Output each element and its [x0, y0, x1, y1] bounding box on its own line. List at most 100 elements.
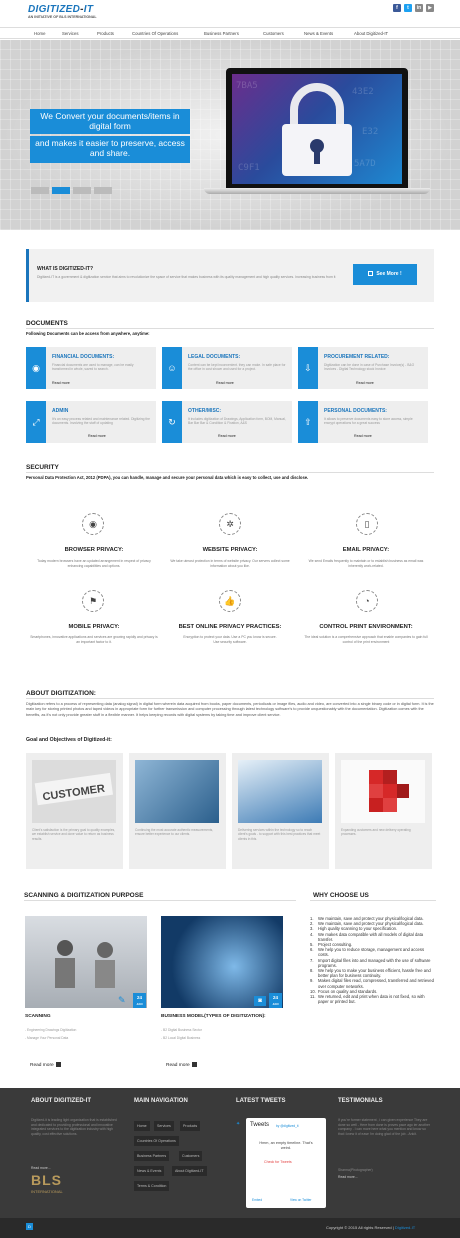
document-icon: ▯ — [356, 513, 378, 535]
footer-nav-news[interactable]: News & Events — [134, 1166, 165, 1176]
svg-text:C9F1: C9F1 — [238, 163, 260, 173]
main-navigation: Home Services Products Countries Of Oper… — [0, 27, 460, 39]
about-text: Digitization refers to a process of repr… — [26, 702, 434, 717]
list-item: 6. We help you to reduce storage, managem… — [310, 947, 425, 958]
list-item: 4. We makes data compatible with all mode… — [310, 931, 424, 942]
svg-text:43E2: 43E2 — [352, 87, 374, 97]
footer-about-text: Digitized-it is leading light organizati… — [31, 1118, 117, 1136]
upload-icon: ⇧ — [298, 401, 318, 443]
read-more-link[interactable]: Read more — [216, 381, 234, 385]
documents-subtitle: Following Documents can be access from a… — [26, 331, 150, 336]
what-is-text: Digitized-IT is a government & digitizat… — [37, 275, 336, 279]
copyright: Copyright © 2015 All rights Reserved | D… — [326, 1225, 416, 1230]
linkedin-icon[interactable]: in — [415, 4, 423, 12]
goal-title: Goal and Objectives of Digitized-it: — [26, 737, 112, 743]
footer-nav-services[interactable]: Services — [154, 1121, 174, 1131]
footer-logo-icon[interactable]: D — [26, 1223, 33, 1230]
copyright-link[interactable]: Digitized-IT — [395, 1225, 415, 1230]
read-more-button[interactable]: Read more — [30, 1062, 61, 1068]
arrow-icon — [55, 1062, 61, 1067]
footer-nav-terms[interactable]: Terms & Condition — [134, 1181, 170, 1191]
slider-dot-4[interactable] — [94, 187, 112, 194]
read-more-link[interactable]: Read more — [88, 434, 106, 438]
logo-it: IT — [83, 4, 94, 15]
logo-main: DIGITIZED — [28, 4, 81, 15]
svg-text:5A7D: 5A7D — [354, 159, 376, 169]
nav-news-events[interactable]: News & Events — [304, 31, 333, 36]
list-item: 7. Import digital files into and managed … — [310, 957, 431, 968]
crowd-image — [135, 760, 219, 823]
camera-icon[interactable]: ◙ — [254, 996, 266, 1006]
nav-home[interactable]: Home — [34, 31, 45, 36]
padlock-image: 7BA5 43E2 C9F1 5A7D E32 — [232, 74, 402, 184]
scanning-title: SCANNING & DIGITIZATION PURPOSE — [24, 892, 144, 899]
eye-icon: ◉ — [82, 513, 104, 535]
security-subtitle: Personal Data Protection Act, 2012 (PDPA… — [26, 475, 309, 480]
slider-dot-2[interactable] — [52, 187, 70, 194]
pie-chart-icon: ◔ — [356, 590, 378, 612]
footer — [0, 1088, 460, 1218]
expand-icon: ⤢ — [26, 401, 46, 443]
customer-image: CUSTOMER — [32, 760, 116, 823]
list-item: 11. We returned, edit and print when data… — [310, 994, 425, 1005]
nav-products[interactable]: Products — [97, 31, 114, 36]
about-title: ABOUT DIGITIZATION: — [26, 690, 96, 697]
footer-nav-business[interactable]: Business Partners — [134, 1151, 170, 1161]
slider-dot-1[interactable] — [31, 187, 49, 194]
footer-testimonials-title: TESTIMONIALS — [338, 1098, 383, 1104]
check-tweets-button[interactable]: Check for Tweets — [264, 1160, 292, 1164]
flag-icon: ⚑ — [82, 590, 104, 612]
footer-nav-title: MAIN NAVIGATION — [134, 1098, 188, 1104]
business-model-image[interactable] — [161, 916, 283, 1008]
download-icon: ⇩ — [298, 347, 318, 389]
site-logo[interactable]: DIGITIZED-IT — [28, 4, 93, 15]
testimonial-more[interactable]: Read more... — [338, 1175, 358, 1180]
youtube-icon[interactable]: ▶ — [426, 4, 434, 12]
date-badge: 24 JAN — [269, 993, 282, 1008]
security-title: SECURITY — [26, 464, 59, 471]
pencil-icon[interactable]: ✎ — [118, 995, 126, 1006]
read-more-link[interactable]: Read more — [218, 434, 236, 438]
globe-icon: ◉ — [26, 347, 46, 389]
svg-text:E32: E32 — [362, 127, 378, 137]
nav-customers[interactable]: Customers — [263, 31, 284, 36]
nav-about[interactable]: About Digitized-IT — [354, 31, 388, 36]
see-more-button[interactable]: See More ! — [353, 264, 417, 285]
list-item: 8. We help you to make your business effi… — [310, 968, 431, 979]
footer-about-more[interactable]: Read more... — [31, 1166, 51, 1171]
nav-services[interactable]: Services — [62, 31, 78, 36]
twitter-icon[interactable]: t — [404, 4, 412, 12]
bls-logo-sub: INTERNATIONAL — [31, 1189, 63, 1194]
footer-tweets-title: LATEST TWEETS — [236, 1098, 286, 1104]
twitter-bird-icon: ✦ — [236, 1121, 241, 1127]
date-badge: 24 JAN — [133, 993, 146, 1008]
embed-link[interactable]: Embed — [252, 1198, 262, 1202]
grid-icon — [368, 271, 374, 277]
footer-nav-countries[interactable]: Countries Of Operations — [134, 1136, 179, 1146]
devices-image — [238, 760, 322, 823]
testimonial-author: Sharma(Photographer) — [338, 1168, 373, 1172]
footer-nav-products[interactable]: Products — [180, 1121, 201, 1131]
read-more-link[interactable]: Read more — [354, 434, 372, 438]
footer-nav-customers[interactable]: Customers — [179, 1151, 203, 1161]
spinner-icon: ✲ — [219, 513, 241, 535]
arrow-icon — [191, 1062, 197, 1067]
footer-nav-home[interactable]: Home — [134, 1121, 150, 1131]
nav-business-partners[interactable]: Business Partners — [204, 31, 239, 36]
slider-dot-3[interactable] — [73, 187, 91, 194]
logo-tagline: AN INITIATIVE OF BLS INTERNATIONAL — [28, 15, 97, 19]
read-more-link[interactable]: Read more — [52, 381, 70, 385]
view-on-twitter-link[interactable]: View on Twitter — [290, 1198, 312, 1202]
hero-caption-2: and makes it easier to preserve, access … — [30, 136, 190, 163]
cubes-image — [341, 760, 425, 823]
refresh-icon: ↻ — [162, 401, 182, 443]
nav-countries[interactable]: Countries Of Operations — [132, 31, 178, 36]
facebook-icon[interactable]: f — [393, 4, 401, 12]
footer-nav-about[interactable]: About Digitized-IT — [172, 1166, 207, 1176]
why-title: WHY CHOOSE US — [313, 892, 369, 899]
why-list: 1. We maintain, save and protect your phy… — [310, 916, 436, 1004]
read-more-button[interactable]: Read more — [166, 1062, 197, 1068]
read-more-link[interactable]: Read more — [356, 381, 374, 385]
documents-title: DOCUMENTS — [26, 320, 68, 327]
scanning-image[interactable] — [25, 916, 147, 1008]
